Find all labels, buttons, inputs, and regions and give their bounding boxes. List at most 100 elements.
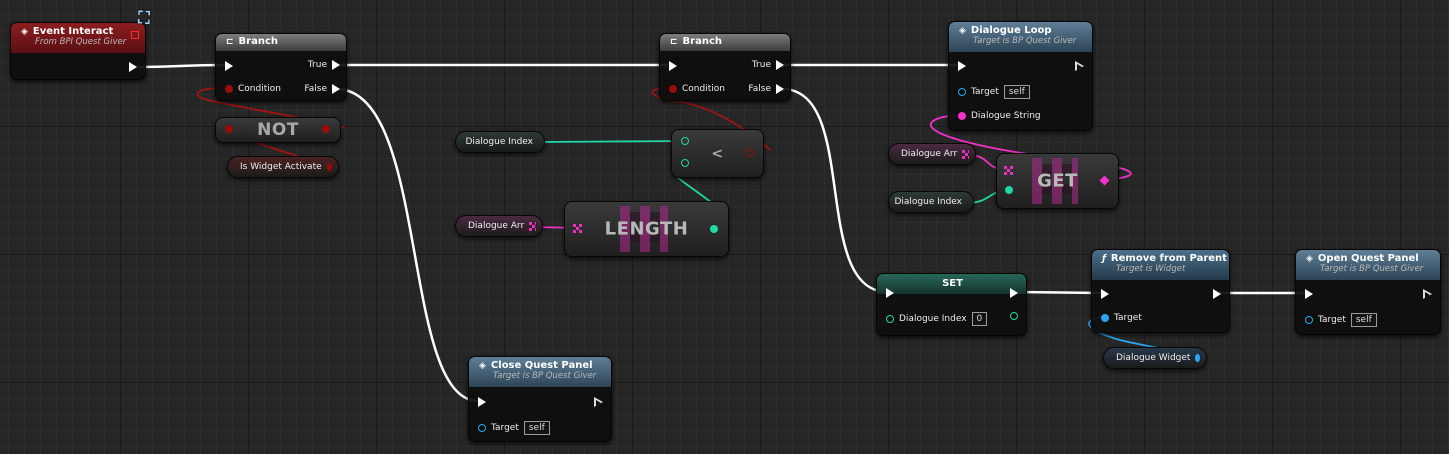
- condition-pin[interactable]: Condition: [225, 84, 281, 94]
- pin-label: True: [751, 60, 771, 70]
- dialogue-arr-var[interactable]: Dialogue Arr: [888, 143, 976, 165]
- not-node[interactable]: NOT: [215, 117, 341, 143]
- target-pin[interactable]: Target: [1101, 313, 1142, 323]
- branch-node[interactable]: ⊏ Branch True Condition False: [659, 33, 791, 101]
- breakpoint-marker[interactable]: [131, 31, 139, 39]
- exec-out-pin[interactable]: [1213, 289, 1221, 299]
- target-pin[interactable]: Target self: [958, 85, 1030, 99]
- exec-in-pin[interactable]: [225, 61, 233, 71]
- object-pin-icon[interactable]: [1195, 354, 1200, 362]
- array-pin-icon[interactable]: [962, 149, 969, 159]
- target-pin[interactable]: Target self: [478, 421, 550, 435]
- node-subtitle: Target is BP Quest Giver: [973, 36, 1077, 46]
- node-title: Close Quest Panel: [490, 360, 593, 371]
- pin-label: Condition: [682, 84, 725, 94]
- exec-out-pin[interactable]: [129, 62, 137, 72]
- exec-in-pin[interactable]: [669, 61, 677, 71]
- exec-arrow-icon: [332, 84, 340, 94]
- exec-arrow-icon: [478, 397, 486, 407]
- index-input[interactable]: 0: [971, 312, 988, 326]
- exec-in-pin[interactable]: [958, 61, 966, 71]
- dialogue-loop-node[interactable]: ◈ Dialogue Loop Target is BP Quest Giver …: [948, 21, 1093, 131]
- event-interact-node[interactable]: ◈ Event Interact From BPI Quest Giver: [10, 22, 146, 80]
- dialogue-index-out-pin[interactable]: [1010, 312, 1018, 320]
- target-input[interactable]: self: [1350, 313, 1377, 327]
- node-subtitle: Target is BP Quest Giver: [1320, 264, 1424, 274]
- less-than-node[interactable]: <: [671, 129, 764, 178]
- exec-wire: [1015, 290, 1104, 295]
- bool-pin-icon: [669, 85, 677, 93]
- pin-label: False: [748, 84, 771, 94]
- diamond-icon: ◈: [479, 360, 486, 371]
- object-pin-icon: [958, 88, 966, 96]
- collapse-icon[interactable]: ⛶: [135, 9, 153, 27]
- exec-out-pin[interactable]: [594, 397, 603, 408]
- false-out-pin[interactable]: False: [748, 84, 784, 94]
- exec-arrow-icon: [332, 60, 340, 70]
- array-pin-icon[interactable]: [529, 221, 536, 231]
- true-out-pin[interactable]: True: [308, 60, 340, 70]
- function-icon: ƒ: [1102, 253, 1106, 264]
- exec-in-pin[interactable]: [1101, 289, 1109, 299]
- pin-label: Dialogue Index: [899, 314, 967, 324]
- node-title: Open Quest Panel: [1317, 253, 1419, 264]
- target-input[interactable]: self: [1003, 85, 1030, 99]
- diamond-icon: ◈: [959, 25, 966, 36]
- pin-label: Dialogue String: [971, 111, 1041, 121]
- exec-arrow-icon: [1423, 289, 1432, 300]
- bool-pin-icon[interactable]: [326, 163, 332, 171]
- int-pin-icon: [886, 315, 894, 323]
- get-node[interactable]: GET: [996, 153, 1119, 209]
- close-quest-panel-header[interactable]: ◈ Close Quest Panel Target is BP Quest Gi…: [469, 357, 611, 387]
- object-pin-icon: [1101, 314, 1109, 322]
- dialogue-index-pin[interactable]: Dialogue Index 0: [886, 312, 988, 326]
- var-label: Dialogue Widget: [1116, 353, 1191, 363]
- dialogue-string-pin[interactable]: Dialogue String: [958, 111, 1041, 121]
- diamond-icon: ◈: [1306, 253, 1313, 264]
- node-title: Branch: [238, 36, 279, 47]
- close-quest-panel-node[interactable]: ◈ Close Quest Panel Target is BP Quest Gi…: [468, 356, 612, 442]
- exec-arrow-icon: [1101, 289, 1109, 299]
- dialogue-widget-var[interactable]: Dialogue Widget: [1103, 347, 1207, 369]
- condition-pin[interactable]: Condition: [669, 84, 725, 94]
- set-header[interactable]: SET: [877, 274, 1026, 294]
- remove-from-parent-node[interactable]: ƒ Remove from Parent Target is Widget Tar…: [1091, 249, 1230, 333]
- string-pin-icon: [958, 112, 966, 120]
- target-pin[interactable]: Target self: [1305, 313, 1377, 327]
- event-interact-header[interactable]: ◈ Event Interact From BPI Quest Giver: [11, 23, 145, 53]
- exec-in-pin[interactable]: [886, 288, 894, 298]
- open-quest-panel-node[interactable]: ◈ Open Quest Panel Target is BP Quest Giv…: [1295, 249, 1441, 335]
- true-out-pin[interactable]: True: [752, 60, 784, 70]
- var-label: Dialogue Index: [465, 137, 533, 147]
- exec-out-pin[interactable]: [1423, 289, 1432, 300]
- dialogue-index-var[interactable]: Dialogue Index: [455, 131, 545, 153]
- var-label: Dialogue Arr: [468, 221, 525, 231]
- false-out-pin[interactable]: False: [304, 84, 340, 94]
- target-input[interactable]: self: [523, 421, 550, 435]
- exec-arrow-icon: [1075, 61, 1084, 72]
- branch-header[interactable]: ⊏ Branch: [216, 34, 346, 51]
- open-quest-panel-header[interactable]: ◈ Open Quest Panel Target is BP Quest Giv…: [1296, 250, 1440, 280]
- exec-arrow-icon: [776, 60, 784, 70]
- branch-icon: ⊏: [226, 36, 234, 47]
- exec-out-pin[interactable]: [1075, 61, 1084, 72]
- exec-in-pin[interactable]: [1305, 289, 1313, 299]
- node-subtitle: Target is Widget: [1116, 264, 1186, 274]
- branch-header[interactable]: ⊏ Branch: [660, 34, 790, 51]
- pin-label: Target: [491, 423, 519, 433]
- branch-node[interactable]: ⊏ Branch True Condition False: [215, 33, 347, 101]
- exec-wire: [136, 63, 226, 69]
- dialogue-index-var[interactable]: Dialogue Index: [888, 191, 974, 213]
- is-widget-activate-var[interactable]: Is Widget Activate: [227, 156, 339, 178]
- dialogue-arr-var[interactable]: Dialogue Arr: [455, 215, 543, 237]
- exec-out-pin[interactable]: [1010, 288, 1018, 298]
- a-in-pin[interactable]: [681, 137, 689, 145]
- set-node[interactable]: SET Dialogue Index 0: [876, 273, 1027, 336]
- dialogue-loop-header[interactable]: ◈ Dialogue Loop Target is BP Quest Giver: [949, 22, 1092, 52]
- exec-in-pin[interactable]: [478, 397, 486, 407]
- var-label: Dialogue Index: [894, 197, 962, 207]
- exec-arrow-icon: [225, 61, 233, 71]
- remove-from-parent-header[interactable]: ƒ Remove from Parent Target is Widget: [1092, 250, 1229, 280]
- length-node[interactable]: LENGTH: [564, 201, 729, 257]
- node-title: Remove from Parent: [1110, 253, 1227, 264]
